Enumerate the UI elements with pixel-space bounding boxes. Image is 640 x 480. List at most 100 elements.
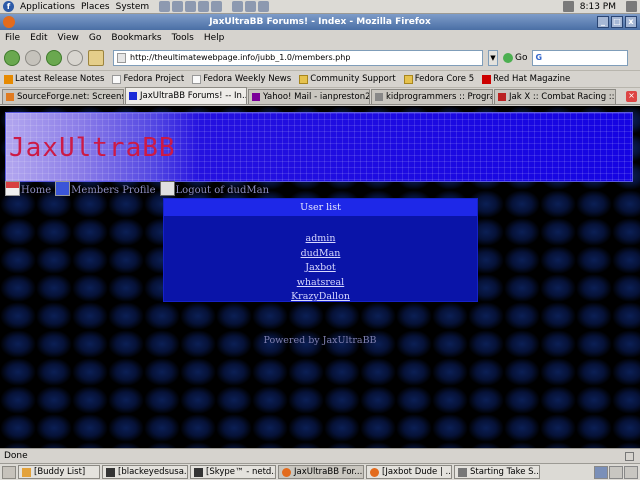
profile-icon xyxy=(55,181,71,196)
tab-kidprogrammers[interactable]: kidprogrammers :: Program... xyxy=(371,89,493,104)
status-bar: Done xyxy=(0,448,640,463)
folder-icon xyxy=(403,74,413,84)
applications-menu[interactable]: Applications xyxy=(20,2,75,12)
panel-clock[interactable]: 8:13 PM xyxy=(580,2,616,12)
page-icon xyxy=(498,93,506,101)
maximize-button[interactable]: □ xyxy=(611,16,623,28)
yahoo-icon xyxy=(252,93,260,101)
logout-link[interactable]: Logout of dudMan xyxy=(159,181,269,196)
google-icon[interactable]: G xyxy=(535,53,542,62)
mail-launcher-icon[interactable] xyxy=(172,1,184,12)
task-blackeyedsusa[interactable]: [blackeyedsusa... xyxy=(102,465,188,479)
calc-launcher-icon[interactable] xyxy=(211,1,223,12)
stop-button[interactable] xyxy=(67,49,83,66)
trash-icon[interactable] xyxy=(624,465,638,479)
menu-tools[interactable]: Tools xyxy=(172,33,194,43)
firefox-icon xyxy=(282,467,291,477)
rss-icon xyxy=(4,74,13,84)
list-item: whatsreal xyxy=(164,276,477,291)
list-item: admin xyxy=(164,232,477,247)
tab-sourceforge[interactable]: SourceForge.net: Screensh... xyxy=(2,89,124,104)
globe-icon[interactable] xyxy=(245,1,257,12)
menu-edit[interactable]: Edit xyxy=(30,33,47,43)
task-jaxultrabb[interactable]: JaxUltraBB For... xyxy=(278,465,364,479)
user-link-admin[interactable]: admin xyxy=(306,233,336,244)
workspace-2[interactable] xyxy=(609,465,623,479)
navigation-toolbar: ▼ Go G xyxy=(0,45,640,71)
banner-title: JaxUltraBB xyxy=(9,133,176,163)
url-input[interactable] xyxy=(130,53,479,62)
terminal-icon xyxy=(194,467,203,477)
home-icon xyxy=(5,181,20,196)
folder-icon xyxy=(299,74,309,84)
workspace-switcher xyxy=(594,465,638,479)
tab-jaxultrabb[interactable]: JaxUltraBB Forums! -- In... xyxy=(125,87,247,104)
forum-nav: Home Members Profile Logout of dudMan xyxy=(5,178,273,196)
status-text: Done xyxy=(4,451,28,461)
home-button[interactable] xyxy=(88,49,104,66)
security-icon[interactable] xyxy=(625,451,634,461)
bookmark-fedora-core-5[interactable]: Fedora Core 5 xyxy=(403,74,474,84)
minimize-button[interactable]: _ xyxy=(597,16,609,28)
reload-button[interactable] xyxy=(46,49,62,66)
bookmark-latest-release-notes[interactable]: Latest Release Notes xyxy=(4,74,104,84)
workspace-1[interactable] xyxy=(594,465,608,479)
bookmark-red-hat-magazine[interactable]: Red Hat Magazine xyxy=(482,74,570,84)
close-tab-button[interactable]: × xyxy=(626,90,637,102)
back-button[interactable] xyxy=(4,49,20,66)
close-button[interactable]: x xyxy=(625,16,637,28)
top-panel: f Applications Places System 8:13 PM xyxy=(0,0,640,14)
page-icon xyxy=(117,52,126,63)
bookmark-community-support[interactable]: Community Support xyxy=(299,74,396,84)
page-icon xyxy=(129,92,137,100)
volume-icon[interactable] xyxy=(626,1,637,12)
tab-jak-x[interactable]: Jak X :: Combat Racing :: ... xyxy=(494,89,616,104)
writer-launcher-icon[interactable] xyxy=(185,1,197,12)
places-menu[interactable]: Places xyxy=(81,2,110,12)
list-item: Jaxbot xyxy=(164,261,477,276)
gaim-icon xyxy=(22,467,31,477)
bookmark-fedora-weekly-news[interactable]: Fedora Weekly News xyxy=(192,74,291,84)
system-menu[interactable]: System xyxy=(116,2,150,12)
redhat-icon xyxy=(482,74,492,84)
go-icon xyxy=(503,52,513,63)
show-desktop-button[interactable] xyxy=(2,465,16,479)
home-link[interactable]: Home xyxy=(5,181,51,196)
page-viewport[interactable]: JaxUltraBB Home Members Profile Logout o… xyxy=(0,106,640,448)
forward-button[interactable] xyxy=(25,49,41,66)
task-jaxbot-dude[interactable]: [Jaxbot Dude | ... xyxy=(366,465,452,479)
firefox-icon[interactable] xyxy=(3,16,15,28)
bottom-panel: [Buddy List] [blackeyedsusa... [Skype™ -… xyxy=(0,463,640,480)
menu-help[interactable]: Help xyxy=(204,33,225,43)
menu-file[interactable]: File xyxy=(5,33,20,43)
user-link-jaxbot[interactable]: Jaxbot xyxy=(305,262,335,273)
page-icon xyxy=(192,74,202,84)
page-icon xyxy=(375,93,383,101)
window-titlebar[interactable]: JaxUltraBB Forums! - Index - Mozilla Fir… xyxy=(0,14,640,30)
task-take-screenshot[interactable]: Starting Take S... xyxy=(454,465,540,479)
tab-bar: SourceForge.net: Screensh... JaxUltraBB … xyxy=(0,87,640,105)
menu-go[interactable]: Go xyxy=(89,33,101,43)
members-profile-link[interactable]: Members Profile xyxy=(55,181,156,196)
search-box[interactable]: G xyxy=(532,49,629,66)
url-bar[interactable] xyxy=(113,49,483,66)
user-link-whatsreal[interactable]: whatsreal xyxy=(297,277,344,288)
impress-launcher-icon[interactable] xyxy=(198,1,210,12)
menu-bookmarks[interactable]: Bookmarks xyxy=(111,33,161,43)
task-buddy-list[interactable]: [Buddy List] xyxy=(18,465,100,479)
menu-view[interactable]: View xyxy=(58,33,79,43)
browser-launcher-icon[interactable] xyxy=(159,1,171,12)
list-item: dudMan xyxy=(164,247,477,262)
user-link-krazydallon[interactable]: KrazyDallon xyxy=(291,291,350,302)
tab-yahoo-mail[interactable]: Yahoo! Mail - ianpreston20... xyxy=(248,89,370,104)
url-dropdown-button[interactable]: ▼ xyxy=(488,49,498,66)
notes-icon[interactable] xyxy=(232,1,244,12)
update-icon[interactable] xyxy=(562,1,574,12)
fedora-logo-icon[interactable]: f xyxy=(3,1,14,12)
user-link-dudman[interactable]: dudMan xyxy=(301,248,341,259)
tray-icons xyxy=(232,1,270,12)
network-icon[interactable] xyxy=(258,1,270,12)
go-button[interactable]: Go xyxy=(503,52,527,63)
bookmark-fedora-project[interactable]: Fedora Project xyxy=(112,74,184,84)
task-skype[interactable]: [Skype™ - netd... xyxy=(190,465,276,479)
